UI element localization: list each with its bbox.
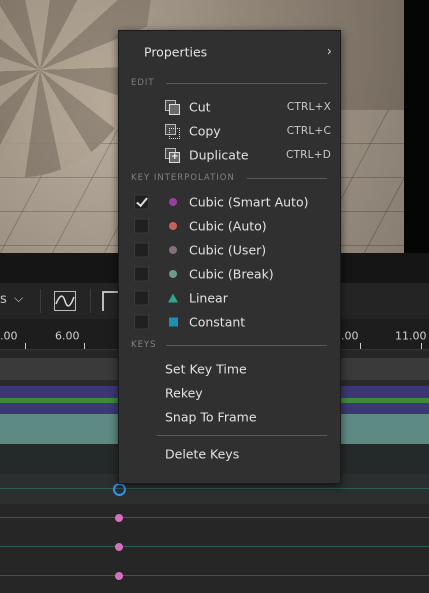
copy-icon bbox=[165, 124, 180, 139]
menu-item-label: Constant bbox=[189, 314, 246, 330]
properties-label: Properties bbox=[144, 44, 208, 60]
curve-editor-icon[interactable] bbox=[54, 291, 76, 311]
menu-item-label: Duplicate bbox=[189, 147, 249, 163]
checkbox[interactable] bbox=[134, 266, 149, 282]
shortcut-label: CTRL+X bbox=[286, 101, 331, 113]
snap-to-frame-menu-item[interactable]: Snap To Frame bbox=[119, 405, 340, 429]
context-menu: Properties › EDIT Cut CTRL+X Copy CTRL+C… bbox=[118, 30, 341, 484]
checkbox[interactable] bbox=[134, 314, 149, 330]
menu-item-label: Cubic (Break) bbox=[189, 266, 274, 282]
shortcut-label: CTRL+C bbox=[286, 125, 331, 137]
chevron-right-icon: › bbox=[326, 44, 332, 60]
viewport-edge bbox=[404, 0, 429, 253]
chevron-down-icon[interactable]: ⌵ bbox=[14, 291, 23, 306]
menu-item-label: Rekey bbox=[165, 385, 203, 401]
cubic-auto-icon bbox=[169, 222, 177, 230]
linear-icon bbox=[168, 293, 178, 303]
copy-menu-item[interactable]: Copy CTRL+C bbox=[119, 119, 340, 143]
section-header-edit: EDIT bbox=[131, 78, 155, 88]
duplicate-icon: + bbox=[165, 148, 180, 163]
checkbox-checked[interactable] bbox=[134, 194, 149, 210]
interp-cubic-smart-auto[interactable]: Cubic (Smart Auto) bbox=[119, 190, 340, 214]
checkbox[interactable] bbox=[134, 242, 149, 258]
menu-item-label: Delete Keys bbox=[165, 446, 240, 462]
cut-menu-item[interactable]: Cut CTRL+X bbox=[119, 95, 340, 119]
menu-item-label: Linear bbox=[189, 290, 228, 306]
duplicate-menu-item[interactable]: + Duplicate CTRL+D bbox=[119, 143, 340, 167]
menu-item-label: Copy bbox=[189, 123, 221, 139]
shortcut-label: CTRL+D bbox=[286, 149, 331, 161]
keyframe[interactable] bbox=[115, 514, 123, 522]
interp-linear[interactable]: Linear bbox=[119, 286, 340, 310]
checkbox[interactable] bbox=[134, 218, 149, 234]
menu-item-label: Cut bbox=[189, 99, 211, 115]
section-header-keys: KEYS bbox=[131, 340, 157, 350]
cubic-user-icon bbox=[169, 246, 177, 254]
delete-keys-menu-item[interactable]: Delete Keys bbox=[119, 442, 340, 466]
menu-divider bbox=[157, 435, 327, 436]
menu-item-label: Cubic (Auto) bbox=[189, 218, 267, 234]
cubic-break-icon bbox=[169, 270, 177, 278]
section-header-key-interpolation: KEY INTERPOLATION bbox=[131, 173, 235, 183]
ruler-label: 11.00 bbox=[395, 329, 427, 343]
menu-item-label: Snap To Frame bbox=[165, 409, 257, 425]
toolbar-dropdown-label[interactable]: s bbox=[0, 292, 7, 307]
interp-constant[interactable]: Constant bbox=[119, 310, 340, 334]
interp-cubic-user[interactable]: Cubic (User) bbox=[119, 238, 340, 262]
ruler-label: .00 bbox=[0, 329, 18, 343]
selected-keyframe[interactable] bbox=[113, 483, 126, 496]
menu-item-label: Cubic (User) bbox=[189, 242, 267, 258]
cut-icon bbox=[165, 100, 180, 115]
properties-menu-item[interactable]: Properties › bbox=[119, 40, 340, 64]
interp-cubic-auto[interactable]: Cubic (Auto) bbox=[119, 214, 340, 238]
ruler-label: 6.00 bbox=[55, 329, 80, 343]
set-key-time-menu-item[interactable]: Set Key Time bbox=[119, 357, 340, 381]
constant-icon bbox=[169, 317, 178, 327]
checkbox[interactable] bbox=[134, 290, 149, 306]
menu-item-label: Cubic (Smart Auto) bbox=[189, 194, 309, 210]
ruler-label: .00 bbox=[341, 329, 359, 343]
interp-cubic-break[interactable]: Cubic (Break) bbox=[119, 262, 340, 286]
cubic-smart-auto-icon bbox=[169, 198, 177, 206]
menu-item-label: Set Key Time bbox=[165, 361, 247, 377]
keyframe[interactable] bbox=[115, 543, 123, 551]
keyframe[interactable] bbox=[115, 572, 123, 580]
rekey-menu-item[interactable]: Rekey bbox=[119, 381, 340, 405]
